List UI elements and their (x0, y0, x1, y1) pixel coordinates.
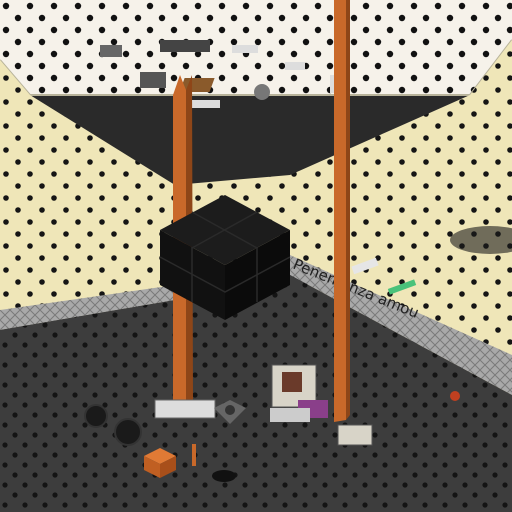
spool[interactable] (114, 418, 142, 446)
right-pillar[interactable] (334, 0, 350, 422)
game-viewport[interactable]: Penemanza amou (0, 0, 512, 512)
floor-item[interactable] (450, 391, 460, 401)
orange-post (192, 444, 196, 466)
spool[interactable] (84, 404, 108, 428)
floor-shadow (212, 470, 236, 482)
